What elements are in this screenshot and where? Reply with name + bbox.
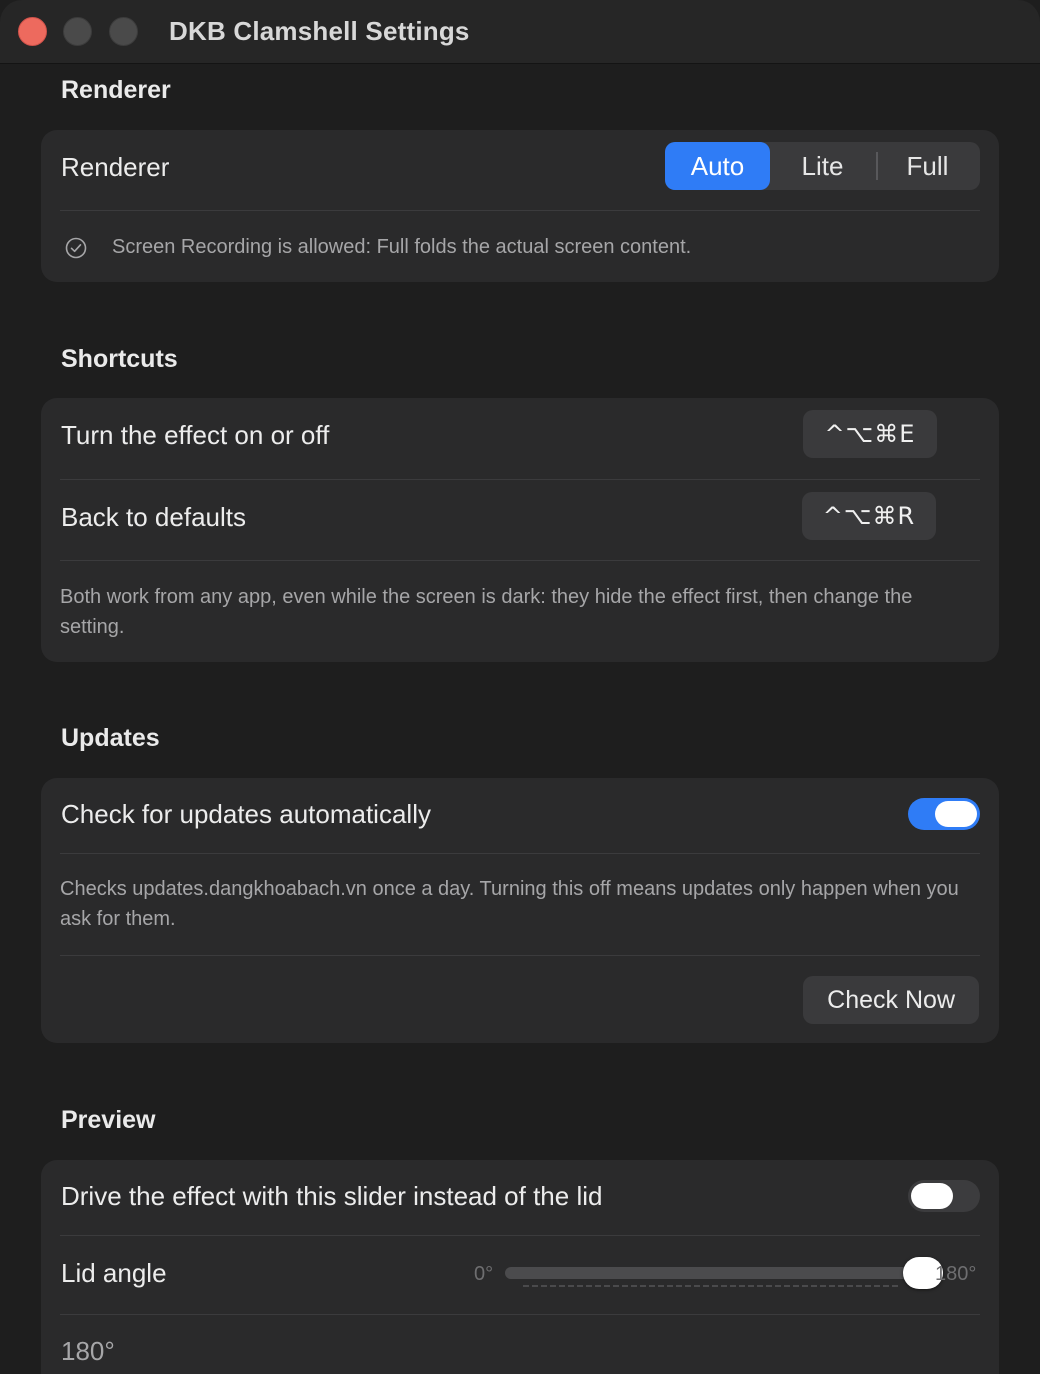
close-window-button[interactable] xyxy=(18,17,47,46)
toggle-knob xyxy=(911,1183,953,1209)
zoom-window-button[interactable] xyxy=(109,17,138,46)
checkmark-circle-icon xyxy=(65,237,87,259)
minimize-window-button[interactable] xyxy=(63,17,92,46)
slider-min-label: 0° xyxy=(474,1263,494,1285)
renderer-section-title: Renderer xyxy=(61,76,171,104)
divider xyxy=(60,210,980,211)
drive-slider-toggle[interactable] xyxy=(908,1180,980,1212)
preview-card: Drive the effect with this slider instea… xyxy=(41,1160,999,1374)
updates-card: Check for updates automatically Checks u… xyxy=(41,778,999,1043)
segment-separator xyxy=(876,152,878,180)
slider-max-label: 180° xyxy=(935,1263,977,1285)
screen-recording-status: Screen Recording is allowed: Full folds … xyxy=(112,236,692,258)
divider xyxy=(60,479,980,480)
divider xyxy=(60,1235,980,1236)
updates-note: Checks updates.dangkhoabach.vn once a da… xyxy=(60,878,959,930)
shortcuts-card: Turn the effect on or off ^⌥⌘E Back to d… xyxy=(41,398,999,662)
drive-slider-label: Drive the effect with this slider instea… xyxy=(61,1181,603,1211)
divider xyxy=(60,853,980,854)
title-bar[interactable]: DKB Clamshell Settings xyxy=(0,0,1040,64)
lid-angle-readout: 180° xyxy=(61,1336,115,1366)
lid-angle-label: Lid angle xyxy=(61,1258,167,1288)
renderer-option-full[interactable]: Full xyxy=(875,142,980,190)
divider xyxy=(60,1314,980,1315)
lid-angle-slider-track[interactable] xyxy=(505,1267,925,1279)
renderer-segmented-control[interactable]: Auto Lite Full xyxy=(665,142,980,190)
auto-update-label: Check for updates automatically xyxy=(61,799,431,829)
renderer-row-label: Renderer xyxy=(61,152,170,182)
toggle-knob xyxy=(935,801,977,827)
shortcut-toggle-effect-label: Turn the effect on or off xyxy=(61,420,330,450)
preview-section-title: Preview xyxy=(61,1106,156,1134)
shortcut-back-to-defaults-recorder[interactable]: ^⌥⌘R xyxy=(802,492,936,540)
window-title: DKB Clamshell Settings xyxy=(169,16,470,46)
renderer-card: Renderer Auto Lite Full Screen Recording… xyxy=(41,130,999,282)
renderer-option-auto[interactable]: Auto xyxy=(665,142,770,190)
shortcuts-note: Both work from any app, even while the s… xyxy=(60,586,913,638)
slider-tick-marks xyxy=(523,1285,901,1287)
updates-section-title: Updates xyxy=(61,724,160,752)
divider xyxy=(60,955,980,956)
settings-window: DKB Clamshell Settings Renderer Renderer… xyxy=(0,0,1040,1374)
shortcut-back-to-defaults-label: Back to defaults xyxy=(61,502,246,532)
shortcuts-section-title: Shortcuts xyxy=(61,345,178,373)
check-now-button[interactable]: Check Now xyxy=(803,976,979,1024)
shortcut-toggle-effect-recorder[interactable]: ^⌥⌘E xyxy=(803,410,937,458)
divider xyxy=(60,560,980,561)
renderer-option-lite[interactable]: Lite xyxy=(770,142,875,190)
auto-update-toggle[interactable] xyxy=(908,798,980,830)
